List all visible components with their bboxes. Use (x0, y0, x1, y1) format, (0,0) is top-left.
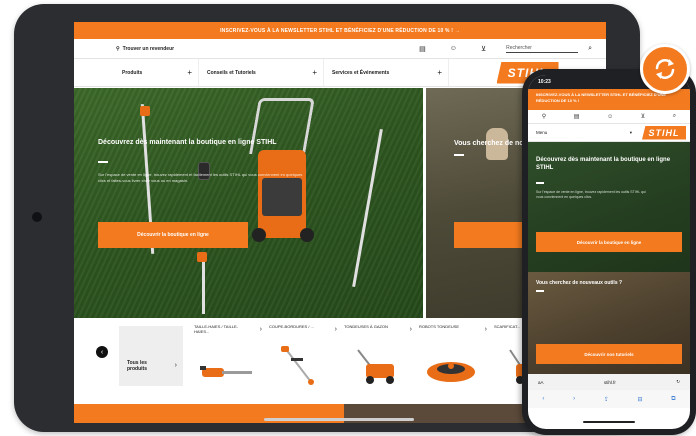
menu-select[interactable]: Menu ▾ (528, 130, 636, 136)
arrow-left-icon[interactable]: ‹ (96, 346, 108, 358)
phone-hero: Découvrez dès maintenant la boutique en … (528, 142, 690, 272)
phone-utility-icons: ⚲ ▤ ☺ ⊻ ⌕ (528, 110, 690, 124)
phone-menu-bar: Menu ▾ STIHL (528, 124, 690, 142)
nav-item-produits[interactable]: Produits + (74, 59, 199, 86)
nav-item-conseils[interactable]: Conseils et Tutoriels + (199, 59, 324, 86)
plus-icon: + (187, 68, 192, 77)
sync-icon (640, 44, 690, 94)
cart-icon[interactable]: ⊻ (481, 45, 486, 53)
category-tile[interactable]: Tondeuses à gazon › (344, 324, 418, 388)
category-name: Tondeuses à gazon (344, 324, 388, 329)
back-icon[interactable]: ‹ (542, 396, 544, 402)
promo-banner[interactable]: INSCRIVEZ-VOUS À LA NEWSLETTER STIHL ET … (74, 22, 606, 39)
all-products-tile[interactable]: Tous les produits › (119, 326, 183, 386)
phone-hero-text: Sur l'espace de vente en ligne, trouvez … (536, 190, 646, 199)
chevron-right-icon: › (484, 326, 487, 333)
chevron-right-icon: › (409, 326, 412, 333)
store-icon[interactable]: ▤ (574, 113, 580, 120)
category-name: Robots tondeuse (419, 324, 460, 329)
nav-label: Services et Événements (332, 69, 390, 76)
stage: INSCRIVEZ-VOUS À LA NEWSLETTER STIHL ET … (0, 0, 696, 436)
chevron-right-icon: › (174, 362, 177, 369)
category-tile[interactable]: Coupe-bordures / ... › (269, 324, 343, 388)
reload-icon[interactable]: ↻ (676, 379, 680, 385)
hero-text: Sur l'espace de vente en ligne, trouvez … (98, 172, 303, 183)
safari-toolbar: ‹ › ⇪ ⊟ ⧉ (528, 390, 690, 408)
phone-hero-2: Vous cherchez de nouveaux outils ? Décou… (528, 272, 690, 374)
brush-cutter-image (281, 346, 314, 385)
forward-icon[interactable]: › (573, 396, 575, 402)
phone-home-indicator (583, 421, 635, 423)
category-name: Taille-haies / Taille-haies... (194, 324, 239, 334)
share-icon[interactable]: ⇪ (604, 396, 609, 403)
tablet-camera (32, 212, 42, 222)
hero-left-panel: Découvrez dès maintenant la boutique en … (74, 88, 423, 318)
location-pin-icon[interactable]: ⚲ (542, 113, 546, 120)
category-tile[interactable]: Taille-haies / Taille-haies... › (194, 324, 268, 388)
nav-item-services[interactable]: Services et Événements + (324, 59, 449, 86)
utility-bar: ⚲ Trouver un revendeur ▤ ☺ ⊻ Rechercher … (74, 39, 606, 59)
hedge-trimmer-image (200, 366, 252, 377)
home-indicator (264, 418, 414, 421)
lawn-mower-thumb (357, 349, 394, 384)
menu-label: Menu (536, 129, 548, 135)
chevron-right-icon: › (259, 326, 262, 333)
category-tile[interactable]: Robots tondeuse › (419, 324, 493, 388)
phone-tutorials-button[interactable]: Découvrir nos tutoriels (536, 344, 682, 364)
search-icon[interactable]: ⌕ (673, 113, 676, 120)
search-input[interactable]: Rechercher (506, 45, 579, 53)
phone-hero2-title: Vous cherchez de nouveaux outils ? (536, 280, 623, 286)
robot-mower-image (427, 362, 475, 382)
store-finder-link[interactable]: ⚲ Trouver un revendeur (116, 46, 174, 52)
search-icon[interactable]: ⌕ (588, 45, 592, 53)
all-products-label: Tous les produits (127, 360, 147, 372)
location-pin-icon: ⚲ (116, 45, 120, 52)
chevron-down-icon: ▾ (629, 129, 632, 135)
phone-hero-title: Découvrez dès maintenant la boutique en … (536, 157, 671, 171)
cart-icon[interactable]: ⊻ (641, 113, 645, 120)
chevron-right-icon: › (334, 326, 337, 333)
nav-label: Produits (122, 69, 143, 76)
hero-title: Découvrez dès maintenant la boutique en … (98, 139, 277, 146)
safari-address-bar[interactable]: aA stihl.fr ↻ (528, 374, 690, 390)
text-size-button[interactable]: aA (538, 380, 544, 385)
account-icon[interactable]: ☺ (450, 45, 457, 52)
store-finder-label: Trouver un revendeur (122, 45, 175, 52)
store-icon[interactable]: ▤ (419, 45, 426, 53)
phone-device: 10:23 INSCRIVEZ-VOUS À LA NEWSLETTER STI… (522, 69, 696, 435)
bookmarks-icon[interactable]: ⊟ (638, 396, 643, 403)
plus-icon: + (312, 68, 317, 77)
account-icon[interactable]: ☺ (607, 114, 613, 120)
phone-discover-shop-button[interactable]: Découvrir la boutique en ligne (536, 232, 682, 252)
nav-label: Conseils et Tutoriels (207, 69, 256, 76)
category-name: Coupe-bordures / ... (269, 324, 314, 329)
url-text: stihl.fr (603, 379, 616, 385)
phone-screen: 10:23 INSCRIVEZ-VOUS À LA NEWSLETTER STI… (528, 75, 690, 429)
stihl-logo[interactable]: STIHL (642, 125, 686, 140)
tabs-icon[interactable]: ⧉ (671, 396, 675, 403)
discover-shop-button[interactable]: Découvrir la boutique en ligne (98, 222, 248, 248)
plus-icon: + (437, 68, 442, 77)
